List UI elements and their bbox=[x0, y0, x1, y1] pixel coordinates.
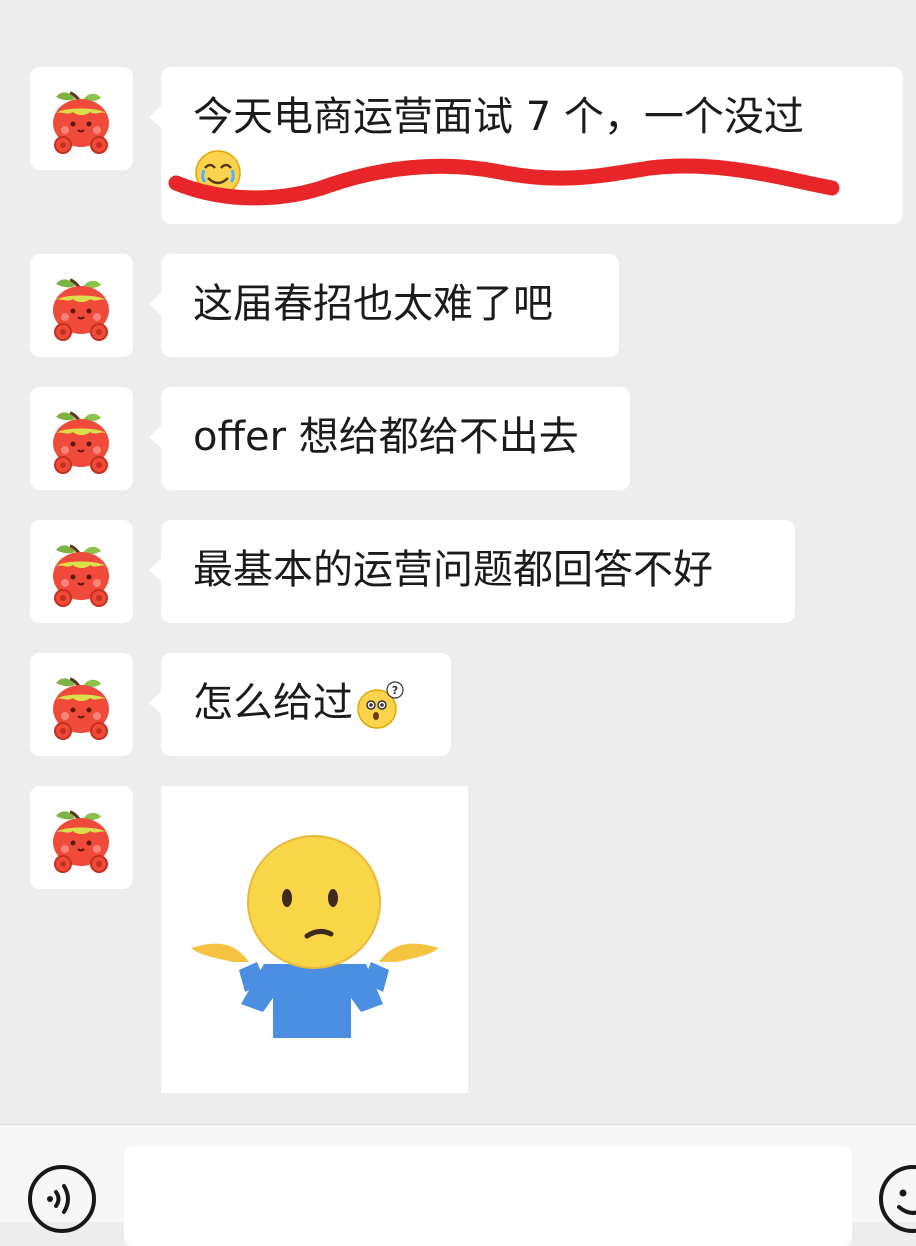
apple-character-icon bbox=[30, 387, 133, 490]
message-text: 最基本的运营问题都回答不好 bbox=[193, 547, 713, 593]
apple-character-icon bbox=[30, 653, 133, 756]
contact-avatar[interactable] bbox=[30, 786, 133, 889]
message-bubble[interactable]: 这届春招也太难了吧 bbox=[149, 254, 619, 357]
apple-character-icon bbox=[30, 520, 133, 623]
message-text: offer 想给都给不出去 bbox=[193, 414, 579, 460]
contact-avatar[interactable] bbox=[30, 520, 133, 623]
contact-avatar[interactable] bbox=[30, 653, 133, 756]
shrug-emoji-sticker[interactable] bbox=[161, 786, 468, 1093]
apple-character-icon bbox=[30, 67, 133, 170]
message-bubble[interactable]: 今天电商运营面试 7 个，一个没过 bbox=[149, 67, 903, 224]
message-bubble[interactable]: 最基本的运营问题都回答不好 bbox=[149, 520, 795, 623]
contact-avatar[interactable] bbox=[30, 254, 133, 357]
chat-input-bar bbox=[0, 1124, 916, 1246]
emoji-icon[interactable] bbox=[877, 1163, 916, 1235]
message-bubble[interactable]: offer 想给都给不出去 bbox=[149, 387, 630, 490]
message-text: 今天电商运营面试 7 个，一个没过 bbox=[193, 94, 804, 140]
svg-text:?: ? bbox=[392, 684, 398, 697]
message-text: 这届春招也太难了吧 bbox=[193, 281, 553, 327]
apple-character-icon bbox=[30, 254, 133, 357]
message-input[interactable] bbox=[124, 1146, 852, 1246]
contact-avatar[interactable] bbox=[30, 67, 133, 170]
message-text: 怎么给过 bbox=[193, 680, 353, 726]
crying-laughing-face-icon bbox=[193, 144, 871, 198]
apple-character-icon bbox=[30, 786, 133, 889]
confused-question-face-icon: ? bbox=[353, 680, 405, 729]
contact-avatar[interactable] bbox=[30, 387, 133, 490]
message-bubble[interactable]: 怎么给过 ? bbox=[149, 653, 451, 756]
voice-icon[interactable] bbox=[26, 1163, 98, 1235]
